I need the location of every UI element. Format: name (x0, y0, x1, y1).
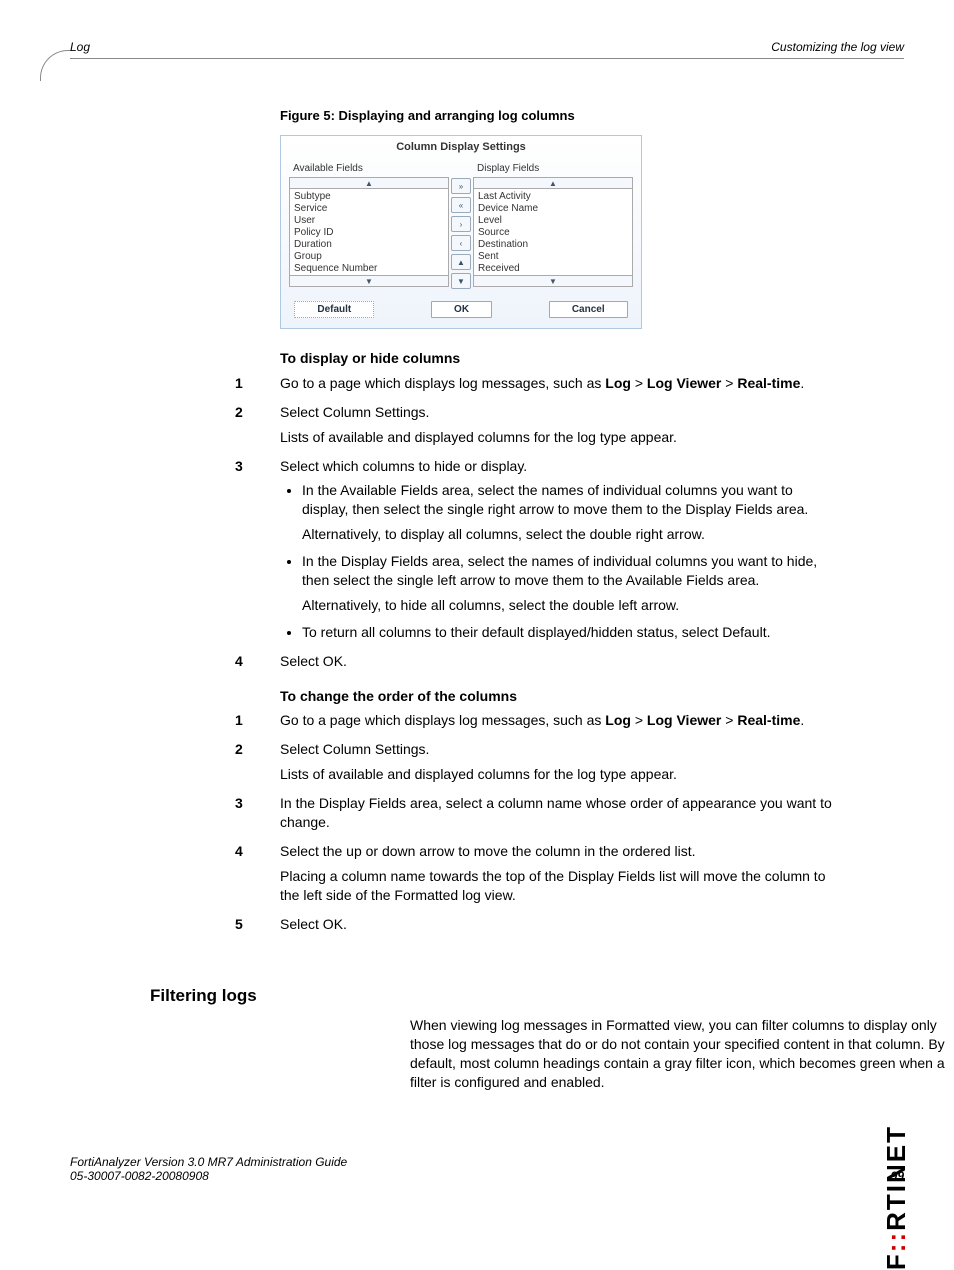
subheading-change-order: To change the order of the columns (280, 687, 840, 706)
footer-title: FortiAnalyzer Version 3.0 MR7 Administra… (70, 1155, 904, 1169)
list-item[interactable]: User (294, 215, 444, 227)
list-item[interactable]: Policy ID (294, 227, 444, 239)
bullet-item: To return all columns to their default d… (302, 623, 840, 642)
step-subtext: Lists of available and displayed columns… (280, 765, 840, 784)
page-corner-decoration (40, 50, 71, 81)
step-text: Go to a page which displays log messages… (280, 712, 804, 728)
list-item[interactable]: Device Name (478, 203, 628, 215)
dialog-title: Column Display Settings (281, 136, 641, 158)
list-item[interactable]: Group (294, 251, 444, 263)
paragraph: When viewing log messages in Formatted v… (410, 1016, 954, 1092)
figure-caption: Figure 5: Displaying and arranging log c… (280, 108, 850, 123)
step-number: 2 (235, 403, 243, 422)
scroll-down-icon[interactable]: ▼ (289, 275, 449, 287)
bullet-item: In the Available Fields area, select the… (302, 481, 840, 544)
step-number: 3 (235, 457, 243, 476)
list-item[interactable]: Level (478, 215, 628, 227)
list-item[interactable]: Received (478, 263, 628, 275)
step-number: 5 (235, 915, 243, 934)
list-item[interactable]: Source (478, 227, 628, 239)
step-text: Select OK. (280, 916, 347, 932)
step-number: 1 (235, 711, 243, 730)
scroll-down-icon[interactable]: ▼ (473, 275, 633, 287)
step-number: 1 (235, 374, 243, 393)
page-footer: FortiAnalyzer Version 3.0 MR7 Administra… (70, 1155, 904, 1183)
move-left-button[interactable]: ‹ (451, 235, 471, 251)
step-subtext: Lists of available and displayed columns… (280, 428, 840, 447)
list-item[interactable]: Duration (294, 239, 444, 251)
step-text: Select the up or down arrow to move the … (280, 843, 696, 859)
available-fields-list[interactable]: ▲ Subtype Service User Policy ID Duratio… (289, 177, 449, 287)
step-text: Select which columns to hide or display. (280, 458, 527, 474)
fortinet-logo: F::RTINET (881, 1125, 912, 1270)
move-down-button[interactable]: ▼ (451, 273, 471, 289)
cancel-button[interactable]: Cancel (549, 301, 628, 318)
move-right-button[interactable]: › (451, 216, 471, 232)
list-item[interactable]: Last Activity (478, 191, 628, 203)
header-left: Log (70, 40, 90, 54)
available-fields-label: Available Fields (289, 160, 449, 177)
list-item[interactable]: Service (294, 203, 444, 215)
step-number: 3 (235, 794, 243, 813)
list-item[interactable]: Sequence Number (294, 263, 444, 275)
step-subtext: Placing a column name towards the top of… (280, 867, 840, 905)
page-number: 99 (891, 1169, 904, 1183)
page-header: Log Customizing the log view (70, 40, 904, 59)
list-item[interactable]: Destination (478, 239, 628, 251)
move-all-left-button[interactable]: « (451, 197, 471, 213)
list-item[interactable]: Sent (478, 251, 628, 263)
step-number: 4 (235, 652, 243, 671)
default-button[interactable]: Default (294, 301, 374, 318)
step-number: 4 (235, 842, 243, 861)
display-fields-list[interactable]: ▲ Last Activity Device Name Level Source… (473, 177, 633, 287)
column-display-settings-dialog: Column Display Settings Available Fields… (280, 135, 642, 329)
move-buttons-column: » « › ‹ ▲ ▼ (449, 160, 473, 289)
footer-docnum: 05-30007-0082-20080908 (70, 1169, 904, 1183)
ok-button[interactable]: OK (431, 301, 492, 318)
header-right: Customizing the log view (771, 40, 904, 54)
display-fields-label: Display Fields (473, 160, 633, 177)
step-text: Select OK. (280, 653, 347, 669)
step-text: Go to a page which displays log messages… (280, 375, 804, 391)
move-up-button[interactable]: ▲ (451, 254, 471, 270)
step-number: 2 (235, 740, 243, 759)
section-heading-filtering-logs: Filtering logs (150, 986, 257, 1006)
bullet-item: In the Display Fields area, select the n… (302, 552, 840, 615)
step-text: In the Display Fields area, select a col… (280, 795, 832, 830)
list-item[interactable]: Subtype (294, 191, 444, 203)
step-text: Select Column Settings. (280, 741, 429, 757)
step-text: Select Column Settings. (280, 404, 429, 420)
move-all-right-button[interactable]: » (451, 178, 471, 194)
subheading-display-hide: To display or hide columns (280, 349, 840, 368)
